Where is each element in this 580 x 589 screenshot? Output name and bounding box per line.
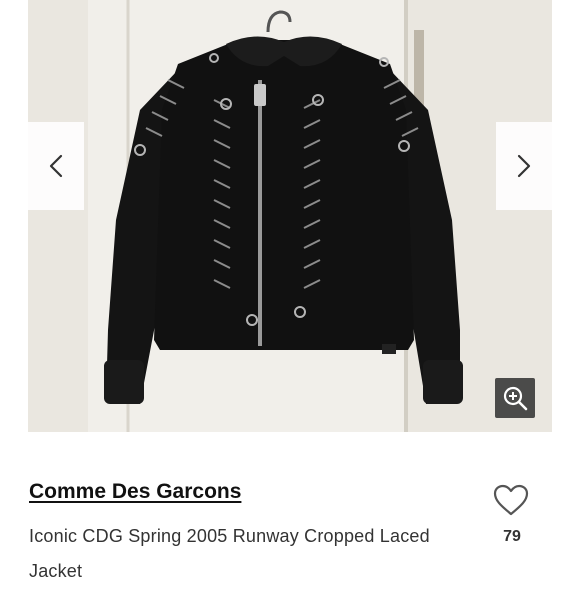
heart-outline-icon <box>493 484 529 516</box>
zoom-in-icon <box>503 386 528 411</box>
brand-link[interactable]: Comme Des Garcons <box>29 480 241 504</box>
next-image-button[interactable] <box>496 122 552 210</box>
like-button[interactable] <box>490 480 532 520</box>
chevron-right-icon <box>517 154 531 178</box>
like-count: 79 <box>503 528 521 545</box>
zoom-button[interactable] <box>495 378 535 418</box>
product-title: Iconic CDG Spring 2005 Runway Cropped La… <box>29 526 430 581</box>
product-image-gallery[interactable] <box>28 0 552 432</box>
previous-image-button[interactable] <box>28 122 84 210</box>
product-photo <box>28 0 552 432</box>
chevron-left-icon <box>49 154 63 178</box>
